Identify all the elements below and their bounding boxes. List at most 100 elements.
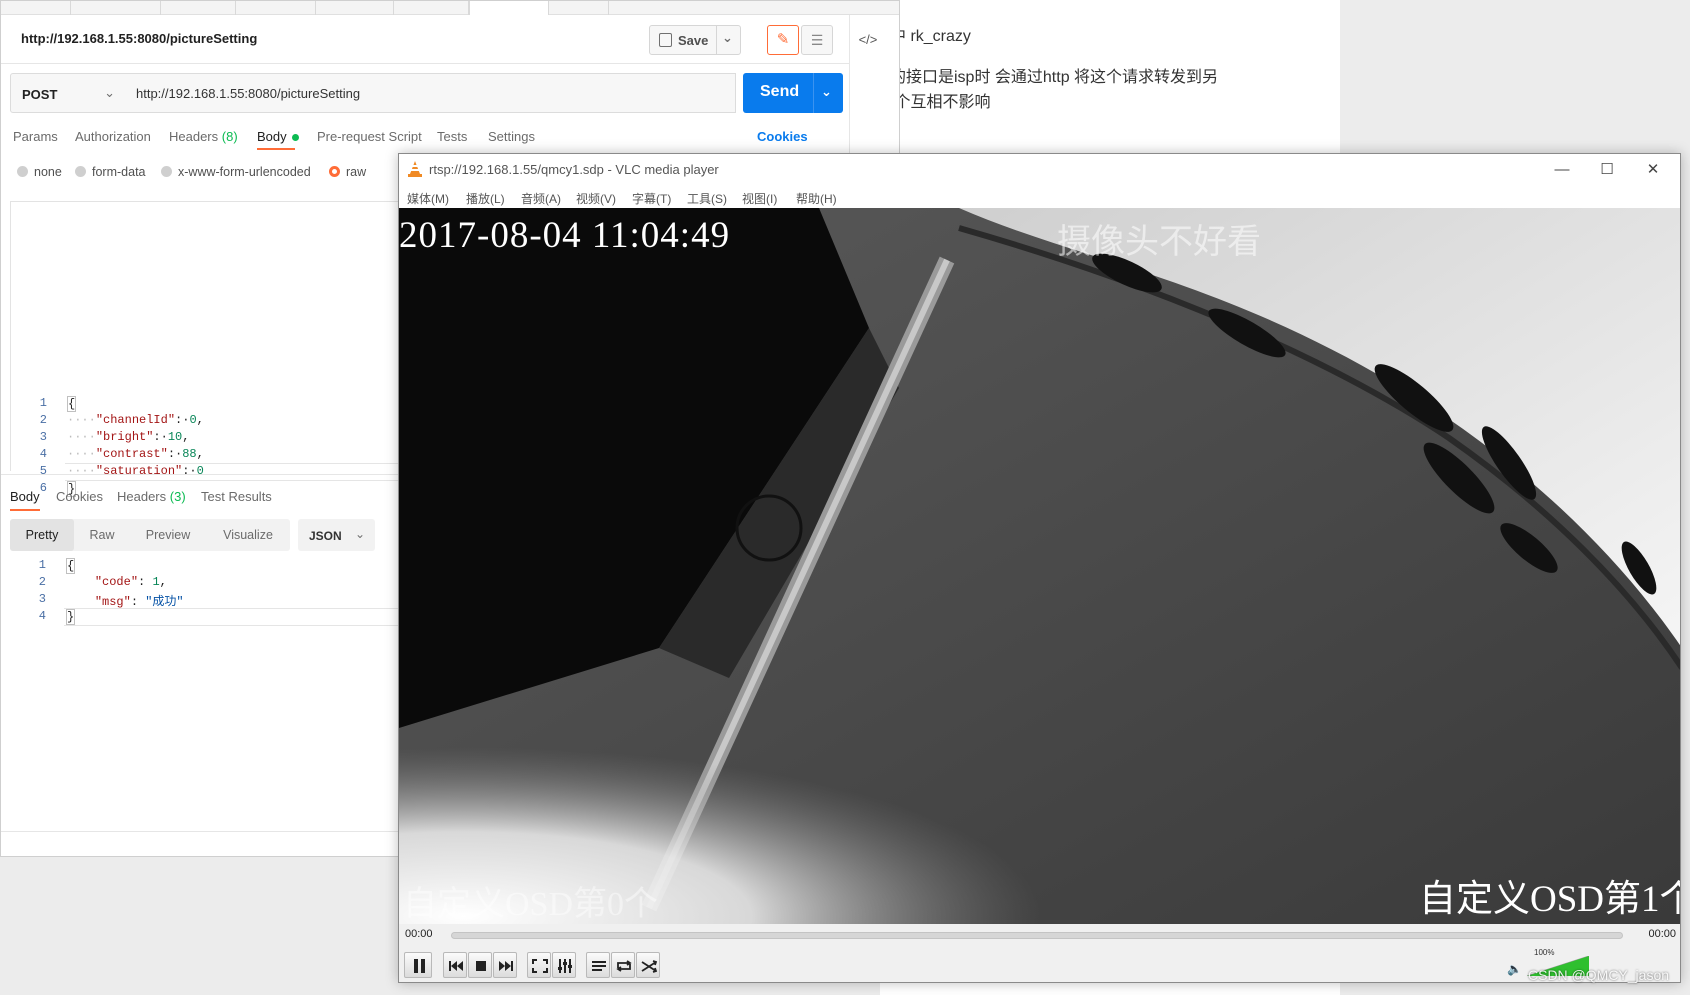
json-separator: , [182,430,190,444]
code-line: } [66,609,76,625]
code-brackets-icon[interactable]: </> [853,27,883,53]
tab-tests[interactable]: Tests [437,129,467,144]
tab-headers[interactable]: Headers (8) [169,129,238,144]
response-tab-headers[interactable]: Headers (3) [117,489,186,504]
code-line: "msg": "成功" [94,595,184,609]
radio-icon [161,166,172,177]
divider [813,73,814,113]
maximize-icon[interactable]: ☐ [1587,158,1627,182]
code-line: ····"saturation":·0 [67,464,204,478]
divider [716,26,717,54]
indent-guide: ···· [67,447,96,461]
response-body-viewer[interactable]: 1 2 3 4 { "code": 1, "msg": "成功" } [10,557,424,827]
line-number: 1 [39,396,47,410]
json-value: 0 [196,464,204,478]
menu-view[interactable]: 视图(I) [742,190,777,207]
remaining-time[interactable]: 00:00 [1648,928,1676,940]
osd-bottom-left-text: 自定义OSD第0个 [403,886,659,923]
indent-guide: ···· [67,464,96,478]
response-tabs: Body Cookies Headers (3) Test Results [10,489,410,513]
loop-icon[interactable] [611,952,635,978]
tab-authorization[interactable]: Authorization [75,129,151,144]
tab-body[interactable]: Body [257,129,299,144]
json-value: 1 [152,575,160,589]
vlc-title-bar[interactable]: rtsp://192.168.1.55/qmcy1.sdp - VLC medi… [399,154,1680,186]
close-icon[interactable]: ✕ [1633,158,1673,182]
menu-video[interactable]: 视频(V) [576,190,616,207]
menu-help[interactable]: 帮助(H) [796,190,837,207]
seek-bar-row: 00:00 00:00 [399,924,1680,946]
method-value: POST [22,87,58,102]
method-select[interactable]: POST ⌄ [10,73,126,113]
request-tab[interactable] [71,1,161,15]
code-line: { [67,396,77,412]
radio-icon [17,166,28,177]
shuffle-icon[interactable] [636,952,660,978]
send-button[interactable]: Send ⌄ [743,73,843,113]
seek-slider[interactable] [451,932,1623,939]
radio-raw-label: raw [346,165,367,179]
menu-subtitle[interactable]: 字幕(T) [632,190,671,207]
menu-tools[interactable]: 工具(S) [687,190,727,207]
request-tab[interactable] [549,1,609,15]
request-tab[interactable] [1,1,71,15]
chevron-down-icon[interactable]: ⌄ [821,84,832,100]
response-tab-body[interactable]: Body [10,489,40,504]
tab-body-label: Body [257,129,287,144]
response-tab-cookies[interactable]: Cookies [56,489,103,504]
next-icon[interactable] [493,952,517,978]
tab-prerequest-script[interactable]: Pre-request Script [317,129,422,144]
playlist-icon[interactable] [586,952,610,978]
request-tab[interactable] [394,1,469,15]
radio-raw[interactable]: raw [329,165,366,179]
equalizer-icon[interactable] [552,952,576,978]
menu-playback[interactable]: 播放(L) [466,190,505,207]
radio-none-label: none [34,165,62,179]
pause-icon[interactable] [404,952,432,978]
chevron-down-icon[interactable]: ⌄ [722,30,733,46]
vlc-cone-icon [408,161,422,177]
menu-media[interactable]: 媒体(M) [407,190,449,207]
video-frame[interactable]: 2017-08-04 11:04:49 摄像头不好看 自定义OSD第0个 自定义… [399,208,1681,924]
radio-form-data[interactable]: form-data [75,165,146,179]
request-tab[interactable] [161,1,236,15]
view-visualize[interactable]: Visualize [206,519,290,551]
osd-top-text: 摄像头不好看 [1057,224,1261,261]
save-button[interactable]: Save ⌄ [649,25,741,55]
divider [1,474,411,475]
open-brace: { [67,396,77,412]
response-tab-test-results[interactable]: Test Results [201,489,272,504]
radio-urlencoded-label: x-www-form-urlencoded [178,165,311,179]
request-tab-active[interactable] [469,1,549,15]
tab-params[interactable]: Params [13,129,58,144]
code-line: "code": 1, [94,575,167,589]
vlc-window: rtsp://192.168.1.55/qmcy1.sdp - VLC medi… [398,153,1681,983]
active-tab-underline [257,148,295,150]
pencil-icon[interactable]: ✎ [767,25,799,55]
view-pretty[interactable]: Pretty [10,519,74,551]
view-raw[interactable]: Raw [74,519,130,551]
radio-urlencoded[interactable]: x-www-form-urlencoded [161,165,311,179]
osd-bottom-right-text: 自定义OSD第1个 [1419,879,1681,920]
line-number: 4 [39,447,47,461]
cookies-link[interactable]: Cookies [757,129,808,144]
request-tab-strip [1,1,899,15]
document-icon[interactable]: ☰ [801,25,833,55]
json-key: "contrast" [95,447,168,461]
request-tab[interactable] [236,1,316,15]
radio-none[interactable]: none [17,165,62,179]
request-tab[interactable] [316,1,394,15]
menu-audio[interactable]: 音频(A) [521,190,561,207]
watermark: CSDN @QMCY_jason [1528,967,1670,983]
response-format-select[interactable]: JSON ⌄ [298,519,375,551]
view-preview[interactable]: Preview [130,519,206,551]
url-input[interactable]: http://192.168.1.55:8080/pictureSetting [125,73,736,113]
tab-settings[interactable]: Settings [488,129,535,144]
stop-icon[interactable] [468,952,492,978]
vlc-menu-bar: 媒体(M) 播放(L) 音频(A) 视频(V) 字幕(T) 工具(S) 视图(I… [399,186,1680,208]
minimize-icon[interactable]: — [1542,158,1582,182]
fullscreen-icon[interactable] [527,952,551,978]
request-body-editor[interactable]: 1 2 3 4 5 6 { ····"channelId":·0, ····"b… [10,201,425,497]
speaker-icon[interactable]: 🔈 [1507,962,1522,976]
previous-icon[interactable] [443,952,467,978]
